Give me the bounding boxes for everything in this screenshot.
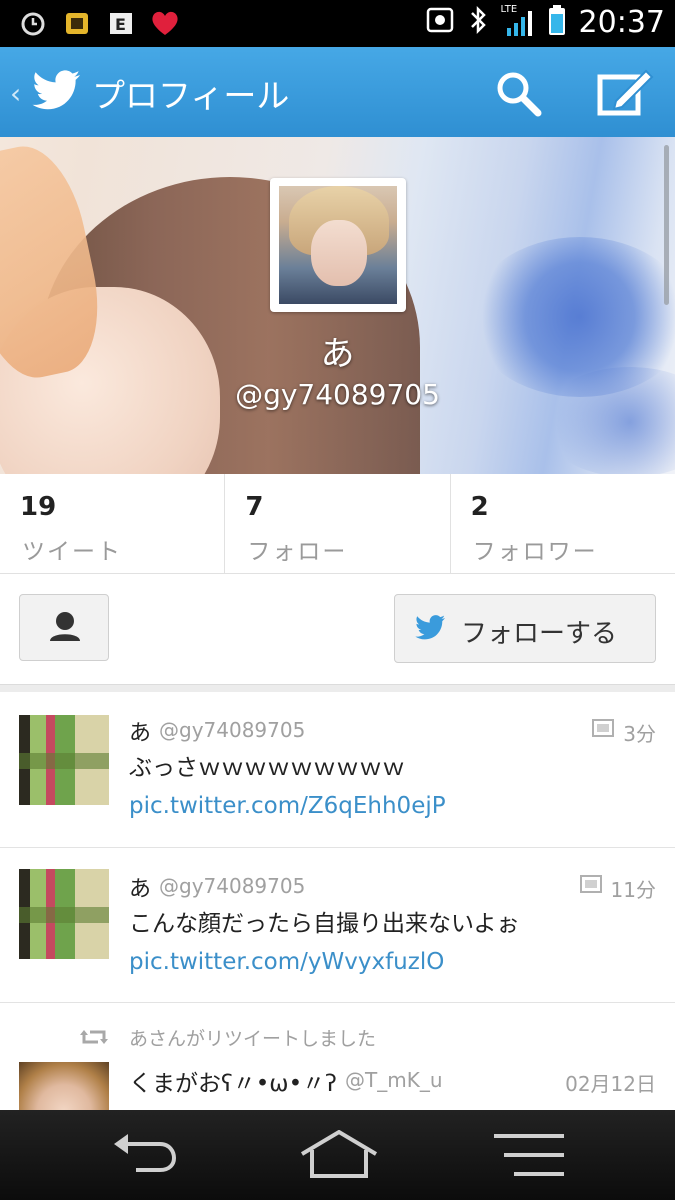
menu-icon[interactable] xyxy=(484,1130,574,1180)
tweet-author-handle: @gy74089705 xyxy=(159,718,306,742)
stat-count: 19 xyxy=(20,492,57,522)
battery-icon xyxy=(547,4,567,40)
stat-tweets[interactable]: 19 ツイート xyxy=(0,474,226,573)
profile-stats: 19 ツイート 7 フォロー 2 フォロワー xyxy=(0,474,675,574)
tweet-avatar[interactable] xyxy=(19,869,109,959)
stat-count: 2 xyxy=(470,492,489,522)
stat-label: ツイート xyxy=(22,539,122,565)
stat-following[interactable]: 7 フォロー xyxy=(225,474,451,573)
page-title: プロフィール xyxy=(92,76,290,115)
stat-label: フォロワー xyxy=(472,539,598,565)
stat-label: フォロー xyxy=(247,539,348,565)
tweet-time: 3分 xyxy=(623,722,656,746)
tweet-author-name: あ xyxy=(129,877,152,902)
tweet-author-name: くまがおʕ〃•ω•〃ʔ xyxy=(129,1071,337,1097)
tweet-date: 02月12日 xyxy=(565,1072,656,1096)
app-e-icon: E xyxy=(106,8,136,38)
follow-button[interactable]: フォローする xyxy=(394,594,656,663)
tweet-item[interactable]: あ @gy74089705 3分 ぶっさｗｗｗｗｗｗｗｗｗ pic.twitte… xyxy=(0,693,675,848)
media-icon xyxy=(580,875,602,893)
alarm-icon xyxy=(18,8,48,38)
stat-followers[interactable]: 2 フォロワー xyxy=(451,474,675,573)
profile-handle: @gy74089705 xyxy=(235,378,440,411)
tweet-link[interactable]: pic.twitter.com/Z6qEhh0ejP xyxy=(129,793,446,819)
home-icon[interactable] xyxy=(294,1130,384,1180)
tweet-avatar[interactable] xyxy=(19,715,109,805)
section-divider xyxy=(0,684,675,692)
back-icon[interactable] xyxy=(102,1130,192,1180)
search-icon[interactable] xyxy=(494,69,542,117)
twitter-bird-icon[interactable] xyxy=(30,67,82,115)
retweet-item[interactable]: あさんがリツイートしました くまがおʕ〃•ω•〃ʔ @T_mK_u 02月12日 xyxy=(0,1004,675,1110)
back-chevron-icon[interactable]: ‹ xyxy=(10,77,21,110)
tweet-text: ぶっさｗｗｗｗｗｗｗｗｗ pic.twitter.com/Z6qEhh0ejP xyxy=(129,749,649,825)
avatar-image xyxy=(279,186,397,304)
tweet-author-handle: @gy74089705 xyxy=(159,874,306,898)
notification-icon xyxy=(425,5,455,39)
retweet-label: あさんがリツイートしました xyxy=(129,1028,377,1050)
tweet-time: 11分 xyxy=(610,878,656,902)
system-nav-bar xyxy=(0,1110,675,1200)
heart-icon xyxy=(150,8,180,38)
profile-name: あ xyxy=(320,334,355,374)
tweet-text: こんな顔だったら自撮り出来ないよぉ pic.twitter.com/yWvyxf… xyxy=(129,905,649,981)
tweet-body: ぶっさｗｗｗｗｗｗｗｗｗ xyxy=(129,755,405,781)
compose-icon[interactable] xyxy=(596,67,654,117)
follow-button-label: フォローする xyxy=(461,619,618,649)
tweet-link[interactable]: pic.twitter.com/yWvyxfuzlO xyxy=(129,949,444,975)
tweet-body: こんな顔だったら自撮り出来ないよぉ xyxy=(129,911,520,937)
user-actions-button[interactable] xyxy=(19,594,109,661)
bluetooth-icon xyxy=(467,5,489,39)
twitter-bird-icon xyxy=(415,615,445,640)
tweet-item[interactable]: あ @gy74089705 11分 こんな顔だったら自撮り出来ないよぉ pic.… xyxy=(0,849,675,1003)
tweet-author-name: あ xyxy=(129,721,152,746)
avatar[interactable] xyxy=(270,178,406,312)
tweet-avatar[interactable] xyxy=(19,1062,109,1110)
media-icon xyxy=(592,719,614,737)
action-bar: ‹ プロフィール xyxy=(0,47,675,137)
svg-text:E: E xyxy=(115,15,126,34)
clock: 20:37 xyxy=(578,4,665,40)
app-icon xyxy=(62,8,92,38)
signal-icon: LTE xyxy=(501,4,535,38)
retweet-icon xyxy=(80,1030,108,1044)
status-bar: E LTE 20:37 xyxy=(0,0,675,47)
scrollbar[interactable] xyxy=(664,145,669,305)
stat-count: 7 xyxy=(245,492,264,522)
tweet-author-handle: @T_mK_u xyxy=(345,1068,443,1092)
person-icon xyxy=(50,612,80,641)
profile-actions: フォローする xyxy=(0,575,675,683)
